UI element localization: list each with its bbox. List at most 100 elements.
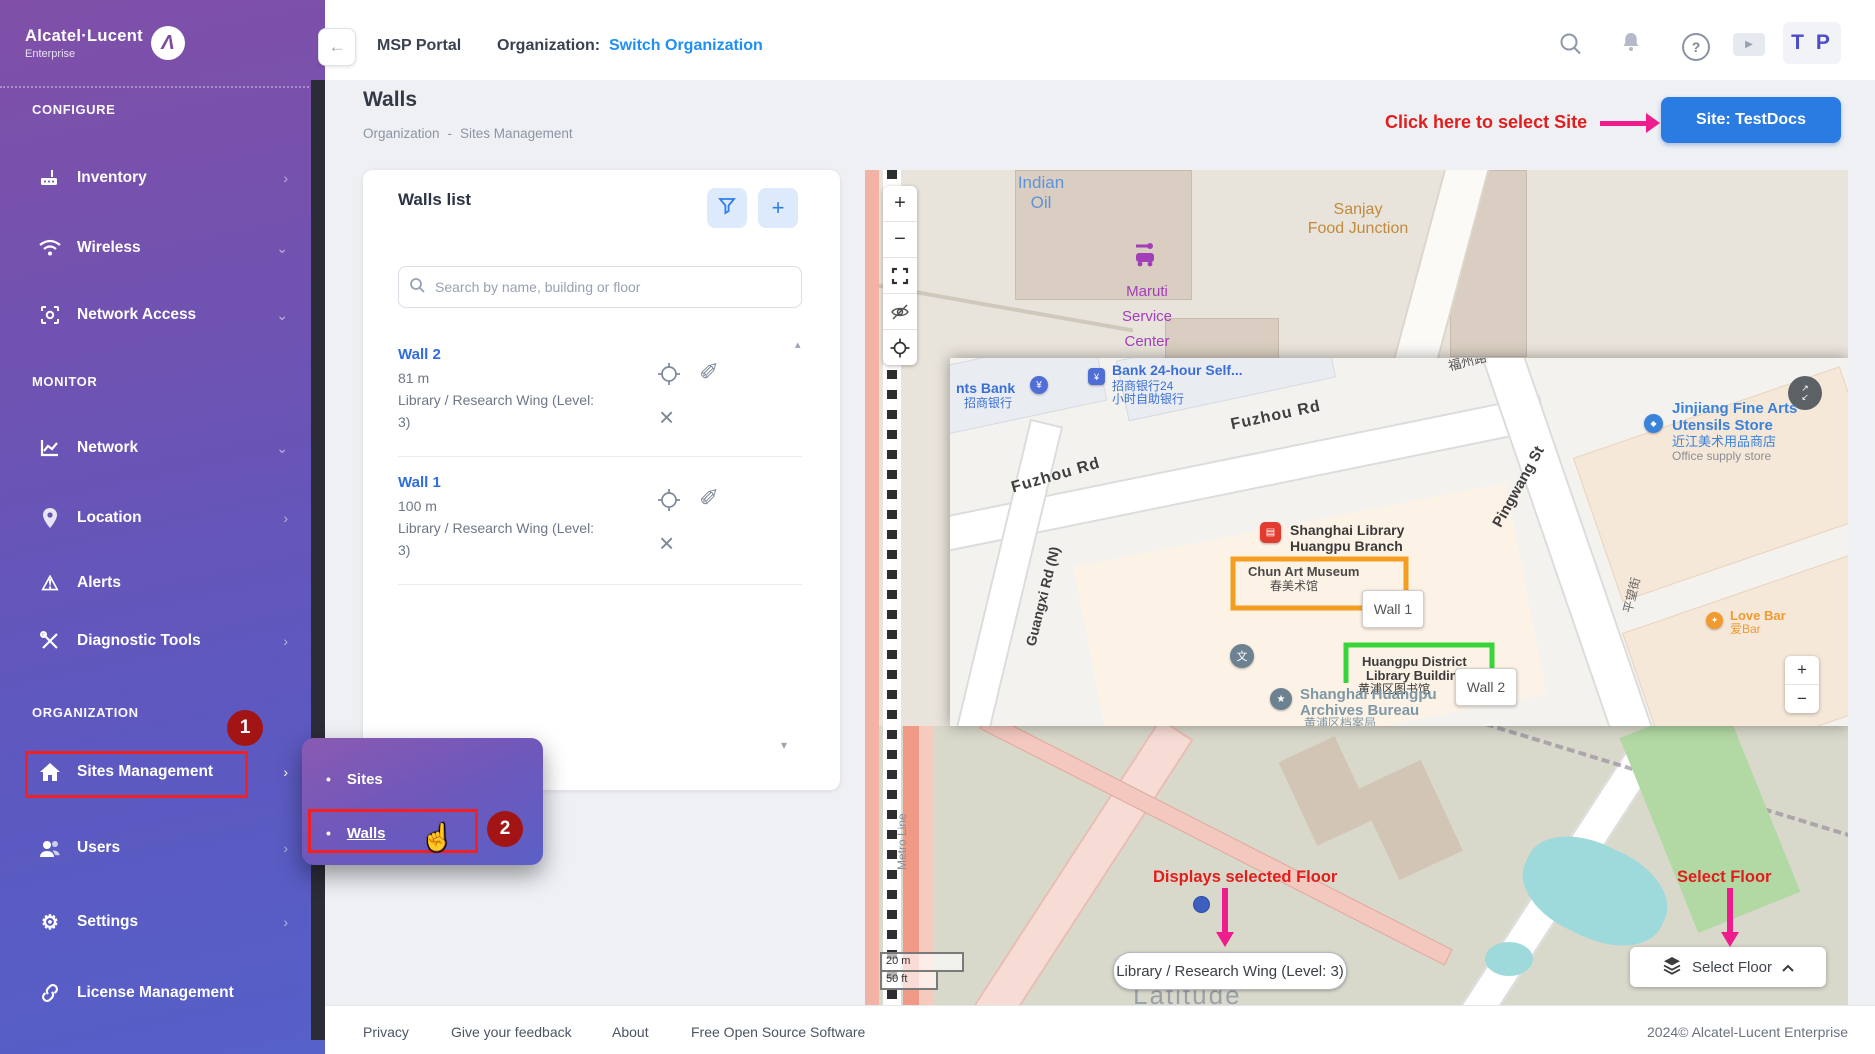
bullet-icon: •: [326, 771, 331, 787]
sidebar-item-network-access[interactable]: Network Access ⌄: [0, 295, 310, 335]
sidebar-item-diagnostic-tools[interactable]: Diagnostic Tools ›: [0, 621, 310, 661]
step-badge-1: 1: [227, 710, 263, 746]
footer-link-foss[interactable]: Free Open Source Software: [691, 1024, 865, 1040]
wall-name-link[interactable]: Wall 1: [398, 474, 441, 491]
car-repair-icon: [1130, 240, 1160, 275]
select-floor-button[interactable]: Select Floor: [1630, 947, 1826, 987]
network-access-icon: [36, 304, 64, 326]
sidebar-item-users[interactable]: Users ›: [0, 828, 310, 868]
fullscreen-icon[interactable]: [883, 258, 917, 294]
walls-search-input[interactable]: [433, 278, 791, 296]
walls-search-box: [398, 266, 802, 308]
chevron-right-icon: ›: [283, 914, 288, 930]
wall-2-map-label[interactable]: Wall 2: [1455, 668, 1517, 706]
plus-icon: +: [772, 195, 785, 221]
sidebar-item-settings[interactable]: ⚙ Settings ›: [0, 902, 310, 942]
map-canvas[interactable]: Metro Line IndianOil SanjayFood Junction…: [865, 170, 1848, 1005]
switch-organization-link[interactable]: Switch Organization: [609, 37, 763, 55]
sidebar-item-inventory[interactable]: Inventory ›: [0, 158, 310, 198]
locate-crosshair-icon[interactable]: [883, 330, 917, 365]
footer: Privacy Give your feedback About Free Op…: [325, 1005, 1875, 1054]
breadcrumb-organization[interactable]: Organization: [363, 126, 440, 141]
sidebar-item-location[interactable]: Location ›: [0, 498, 310, 538]
sidebar-item-wireless[interactable]: Wireless ⌄: [0, 228, 310, 268]
sidebar-item-label: Settings: [77, 913, 138, 931]
chevron-right-icon: ›: [283, 840, 288, 856]
chevron-right-icon: ›: [283, 764, 288, 780]
sidebar-item-alerts[interactable]: ⚠ Alerts: [0, 563, 310, 603]
cursor-hand-icon: ☝: [421, 822, 453, 853]
annotation-arrowhead: [1646, 113, 1660, 133]
chart-icon: [36, 438, 64, 458]
poi-label-love-bar-cn: 爱Bar: [1730, 622, 1761, 636]
hide-layers-eye-icon[interactable]: [883, 294, 917, 330]
annotation-select-floor: Select Floor: [1677, 868, 1771, 887]
wall-length: 100 m: [398, 498, 437, 514]
submenu-item-label: Walls: [347, 825, 386, 842]
help-icon[interactable]: ?: [1682, 33, 1710, 61]
inset-zoom-in-button[interactable]: +: [1785, 656, 1819, 685]
annotation-arrow: [1600, 121, 1646, 126]
filter-button[interactable]: [707, 188, 747, 228]
play-icon: ▶: [1745, 39, 1753, 50]
floor-location-dot: [1193, 896, 1210, 913]
footer-link-privacy[interactable]: Privacy: [363, 1024, 409, 1040]
breadcrumb-separator: -: [448, 126, 453, 141]
poi-label-archives-cn: 黄浦区档案局: [1304, 716, 1376, 726]
wall-name-link[interactable]: Wall 2: [398, 346, 441, 363]
wall-location: Library / Research Wing (Level:: [398, 392, 594, 408]
submenu-item-label: Sites: [347, 771, 383, 788]
scroll-down-icon[interactable]: ▾: [781, 738, 787, 752]
wall-location: Library / Research Wing (Level:: [398, 520, 594, 536]
chevron-down-icon: ⌄: [276, 440, 288, 457]
sidebar-item-label: Sites Management: [77, 763, 213, 781]
delete-x-icon[interactable]: ×: [659, 528, 674, 559]
collapse-topbar-button[interactable]: ▶: [1733, 33, 1765, 56]
submenu-item-sites[interactable]: • Sites: [326, 764, 516, 794]
annotation-arrow: [1222, 888, 1228, 934]
footer-link-feedback[interactable]: Give your feedback: [451, 1024, 572, 1040]
zoom-in-button[interactable]: +: [883, 186, 917, 222]
bell-icon[interactable]: [1620, 31, 1642, 60]
scroll-up-icon[interactable]: ▴: [795, 338, 801, 351]
panel-title: Walls list: [398, 190, 471, 210]
poi-label-maruti-service-center: MarutiServiceCenter: [1085, 280, 1209, 354]
wall-1-map-label[interactable]: Wall 1: [1362, 590, 1424, 628]
sidebar-scrollbar[interactable]: [311, 80, 325, 1040]
sidebar-item-license-management[interactable]: License Management: [0, 973, 310, 1013]
add-wall-button[interactable]: +: [758, 188, 798, 228]
breadcrumb-sites-management[interactable]: Sites Management: [460, 126, 573, 141]
step-badge-2: 2: [487, 811, 523, 847]
sidebar-collapse-button[interactable]: ←: [318, 28, 356, 66]
inset-zoom-out-button[interactable]: −: [1785, 685, 1819, 713]
site-select-button[interactable]: Site: TestDocs: [1661, 97, 1841, 143]
tools-icon: [36, 630, 64, 652]
bullet-icon: •: [326, 825, 331, 841]
avatar[interactable]: T P: [1783, 22, 1841, 64]
section-monitor: MONITOR: [32, 374, 97, 389]
ale-logo-icon: Ʌ: [151, 26, 185, 60]
chevron-down-icon: ⌄: [276, 307, 288, 324]
map-controls: + −: [883, 186, 917, 365]
sidebar-item-network[interactable]: Network ⌄: [0, 428, 310, 468]
wall-location: 3): [398, 542, 410, 558]
brand-sub: Enterprise: [25, 48, 143, 60]
zoom-out-button[interactable]: −: [883, 222, 917, 258]
annotation-arrowhead: [1721, 932, 1739, 947]
home-icon: [36, 762, 64, 782]
edit-pencil-icon[interactable]: ✐: [699, 484, 719, 513]
chevron-right-icon: ›: [283, 170, 288, 186]
section-configure: CONFIGURE: [32, 102, 115, 117]
sidebar-item-label: Network Access: [77, 306, 196, 324]
poi-label-indian-oil: IndianOil: [993, 173, 1089, 214]
sidebar-item-sites-management[interactable]: Sites Management ›: [0, 752, 310, 792]
edit-pencil-icon[interactable]: ✐: [699, 358, 719, 387]
search-icon[interactable]: [1558, 31, 1584, 62]
locate-wall-icon[interactable]: [657, 488, 681, 517]
floor-map-inset[interactable]: Fuzhou Rd Fuzhou Rd 福州路 Guangxi Rd (N) P…: [950, 358, 1848, 726]
locate-wall-icon[interactable]: [657, 362, 681, 391]
delete-x-icon[interactable]: ×: [659, 402, 674, 433]
footer-link-about[interactable]: About: [612, 1024, 649, 1040]
divider: [398, 584, 802, 585]
back-arrow-icon: ←: [329, 37, 346, 57]
